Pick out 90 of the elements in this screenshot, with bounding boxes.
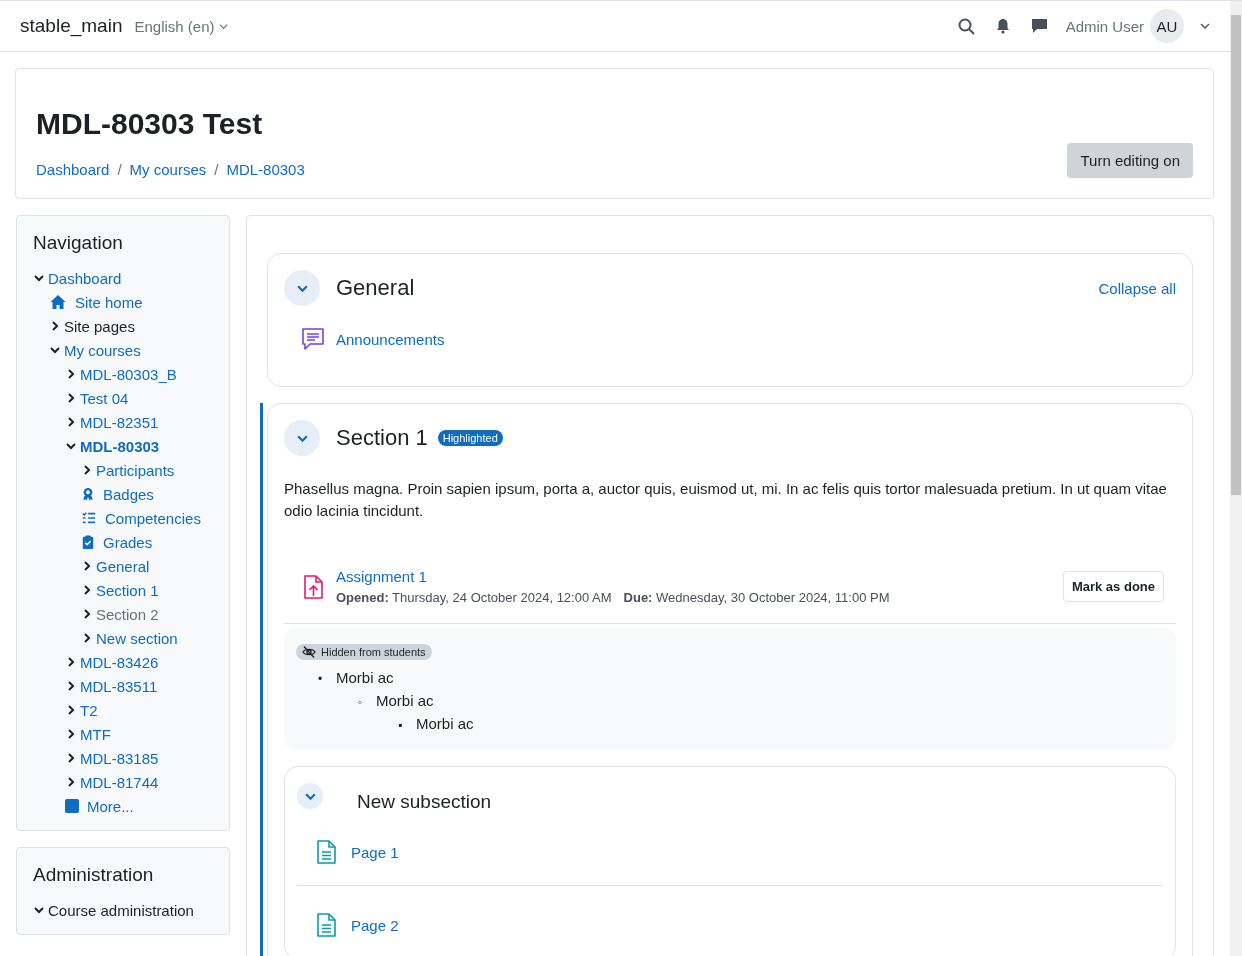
list-item-text: Morbi ac [416, 715, 474, 732]
list-bullet: ◦ [358, 694, 364, 711]
collapse-all-link[interactable]: Collapse all [1098, 279, 1176, 297]
nav-item[interactable]: Course administration [48, 901, 194, 919]
chevron-right-icon[interactable] [81, 464, 93, 476]
section-summary: Phasellus magna. Proin sapien ipsum, porta a, auctor quis, euismod ut, mi. In ac felis quis tortor malesuada pretium. In ut quam vitae odio lacinia tincidunt. [284, 479, 1168, 521]
nav-item[interactable]: Section 2 [96, 605, 159, 623]
nav-item[interactable]: Competencies [105, 509, 201, 527]
list-bullet: ▪ [398, 717, 404, 734]
chevron-right-icon[interactable] [65, 656, 77, 668]
chevron-down-icon[interactable] [33, 904, 45, 916]
caret-icon[interactable] [1200, 21, 1210, 31]
nav-item[interactable]: More... [87, 797, 134, 815]
user-name[interactable]: Admin User [1065, 17, 1144, 35]
chevron-right-icon[interactable] [65, 416, 77, 428]
chat-icon[interactable] [1030, 18, 1048, 34]
section-title: General [336, 275, 415, 301]
nav-item[interactable]: Test 04 [80, 389, 129, 407]
highlighted-badge: Highlighted [437, 430, 503, 446]
chevron-right-icon[interactable] [81, 632, 93, 644]
chevron-right-icon[interactable] [81, 560, 93, 572]
nav-item[interactable]: T2 [80, 701, 98, 719]
clipboard-check-icon [81, 534, 95, 550]
language-menu[interactable]: English (en) [134, 17, 228, 35]
block-title: Administration [33, 864, 155, 886]
list-item-text: Morbi ac [376, 692, 434, 709]
breadcrumb-link[interactable]: Dashboard [36, 161, 110, 178]
nav-item[interactable]: Section 1 [96, 581, 159, 599]
mark-as-done-button[interactable]: Mark as done [1062, 571, 1164, 602]
nav-item[interactable]: Badges [103, 485, 154, 503]
chevron-down-icon[interactable] [33, 272, 45, 284]
award-icon [81, 486, 95, 502]
breadcrumb-link[interactable]: My courses [129, 161, 207, 178]
nav-item[interactable]: My courses [64, 341, 141, 359]
home-icon [49, 294, 67, 310]
chevron-down-icon[interactable] [65, 440, 77, 452]
nav-item[interactable]: Site home [75, 293, 143, 311]
nav-item[interactable]: MDL-81744 [80, 773, 159, 791]
activity-date: Opened: Thursday, 24 October 2024, 12:00 AM [336, 590, 612, 605]
page-title: MDL-80303 Test [36, 107, 264, 141]
activity-link[interactable]: Page 1 [351, 843, 399, 861]
subsection-title: New subsection [356, 790, 493, 813]
search-icon[interactable] [957, 17, 975, 35]
chevron-right-icon[interactable] [65, 752, 77, 764]
checklist-icon [81, 511, 97, 525]
nav-item[interactable]: Dashboard [48, 269, 122, 287]
nav-item[interactable]: MDL-83511 [80, 677, 158, 695]
breadcrumb-separator: / [117, 161, 122, 178]
breadcrumb-link[interactable]: MDL-80303 [226, 161, 305, 178]
section-title: Section 1 [336, 425, 428, 451]
nav-item[interactable]: MDL-80303_B [80, 365, 177, 383]
activity-link[interactable]: Assignment 1 [336, 568, 1053, 585]
chevron-right-icon[interactable] [49, 320, 61, 332]
nav-item[interactable]: MDL-80303 [80, 437, 160, 455]
chevron-right-icon[interactable] [65, 392, 77, 404]
chevron-right-icon[interactable] [65, 776, 77, 788]
chevron-right-icon[interactable] [65, 704, 77, 716]
nav-item[interactable]: General [96, 557, 150, 575]
caret-icon [218, 21, 228, 31]
nav-item[interactable]: MDL-83426 [80, 653, 159, 671]
speech-bubble-icon [300, 326, 326, 352]
chevron-down-icon[interactable] [49, 344, 61, 356]
nav-item[interactable]: New section [96, 629, 178, 647]
scrollbar[interactable] [1230, 1, 1242, 956]
eye-slash-icon [302, 646, 316, 658]
list-bullet: • [318, 671, 324, 688]
block-title: Navigation [33, 232, 124, 254]
chevron-right-icon[interactable] [65, 368, 77, 380]
square-icon [65, 799, 79, 813]
bell-icon[interactable] [994, 18, 1011, 34]
chevron-right-icon[interactable] [65, 728, 77, 740]
nav-item[interactable]: MDL-83185 [80, 749, 159, 767]
chevron-right-icon[interactable] [81, 584, 93, 596]
activity-link[interactable]: Page 2 [351, 916, 399, 934]
activity-link[interactable]: Announcements [336, 330, 1164, 348]
breadcrumb-separator: / [214, 161, 219, 178]
user-avatar[interactable]: AU [1150, 9, 1184, 43]
nav-item[interactable]: Participants [96, 461, 175, 479]
chevron-right-icon[interactable] [81, 608, 93, 620]
nav-item[interactable]: MTF [80, 725, 111, 743]
hidden-badge: Hidden from students [296, 644, 432, 660]
collapse-button[interactable] [297, 783, 323, 809]
activity-date: Due: Wednesday, 30 October 2024, 11:00 PM [623, 590, 890, 605]
nav-item[interactable]: Site pages [64, 317, 135, 335]
list-item-text: Morbi ac [336, 669, 394, 686]
chevron-right-icon[interactable] [65, 680, 77, 692]
nav-item[interactable]: Grades [103, 533, 153, 551]
site-name[interactable]: stable_main [20, 15, 123, 37]
nav-item[interactable]: MDL-82351 [80, 413, 159, 431]
edit-mode-button[interactable]: Turn editing on [1067, 143, 1193, 178]
